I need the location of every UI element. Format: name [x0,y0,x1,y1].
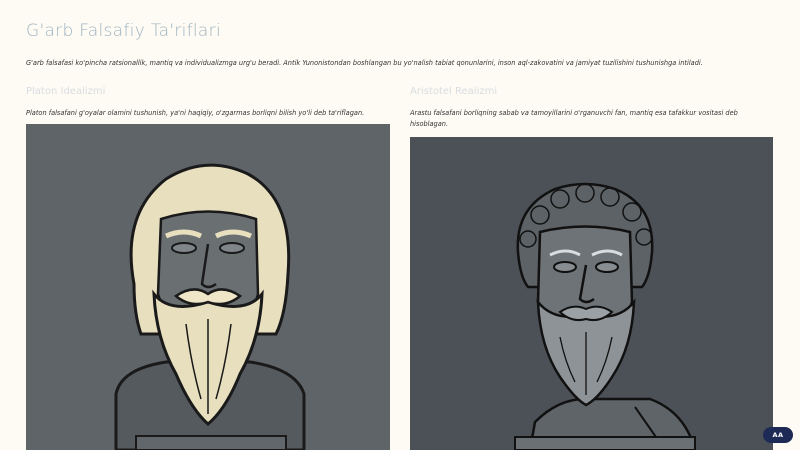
font-size-toggle-button[interactable]: AA [763,427,793,443]
plato-bust-image [26,124,390,450]
column-title: Aristotel Realizmi [410,86,498,97]
page-title: G'arb Falsafiy Ta'riflari [26,21,221,41]
column-description: Platon falsafani g'oyalar olamini tushun… [26,109,365,117]
column-description: Arastu falsafani borliqning sabab va tam… [410,109,738,128]
column-title: Platon Idealizmi [26,86,106,97]
aristotle-bust-image [410,137,773,450]
intro-text: G'arb falsafasi ko'pincha ratsionallik, … [26,59,703,67]
